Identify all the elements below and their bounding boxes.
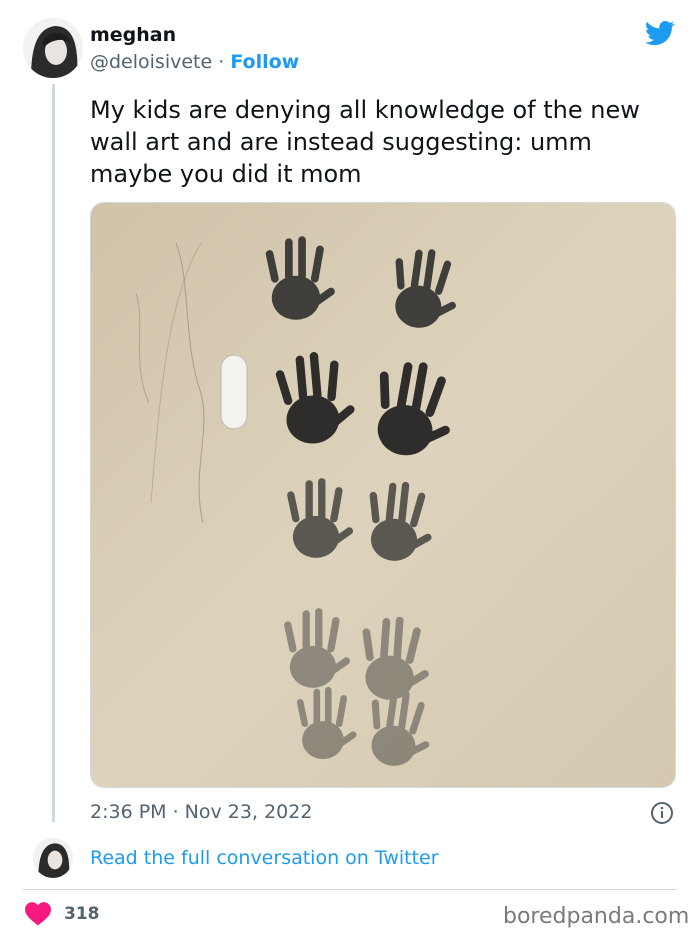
separator-dot: · — [218, 51, 225, 73]
handprints-wall-image — [91, 203, 675, 787]
info-icon[interactable] — [650, 801, 674, 825]
tweet-photo[interactable] — [90, 202, 676, 788]
author-avatar[interactable] — [23, 18, 83, 78]
like-count: 318 — [64, 904, 100, 924]
twitter-bird-icon[interactable] — [643, 18, 677, 48]
author-handle[interactable]: @deloisivete — [90, 51, 212, 73]
read-conversation-link[interactable]: Read the full conversation on Twitter — [90, 847, 439, 869]
heart-icon[interactable] — [25, 902, 51, 926]
author-name[interactable]: meghan — [90, 24, 176, 46]
thread-line — [52, 84, 55, 822]
tweet-text: My kids are denying all knowledge of the… — [90, 96, 640, 188]
conversation-avatar — [33, 838, 73, 878]
author-handle-row: @deloisivete · Follow — [90, 51, 299, 73]
tweet-timestamp[interactable]: 2:36 PM · Nov 23, 2022 — [90, 801, 312, 823]
follow-button[interactable]: Follow — [230, 51, 299, 73]
avatar-image-small — [33, 838, 73, 878]
source-watermark: boredpanda.com — [503, 904, 690, 929]
divider — [23, 889, 677, 890]
avatar-image — [23, 18, 83, 78]
